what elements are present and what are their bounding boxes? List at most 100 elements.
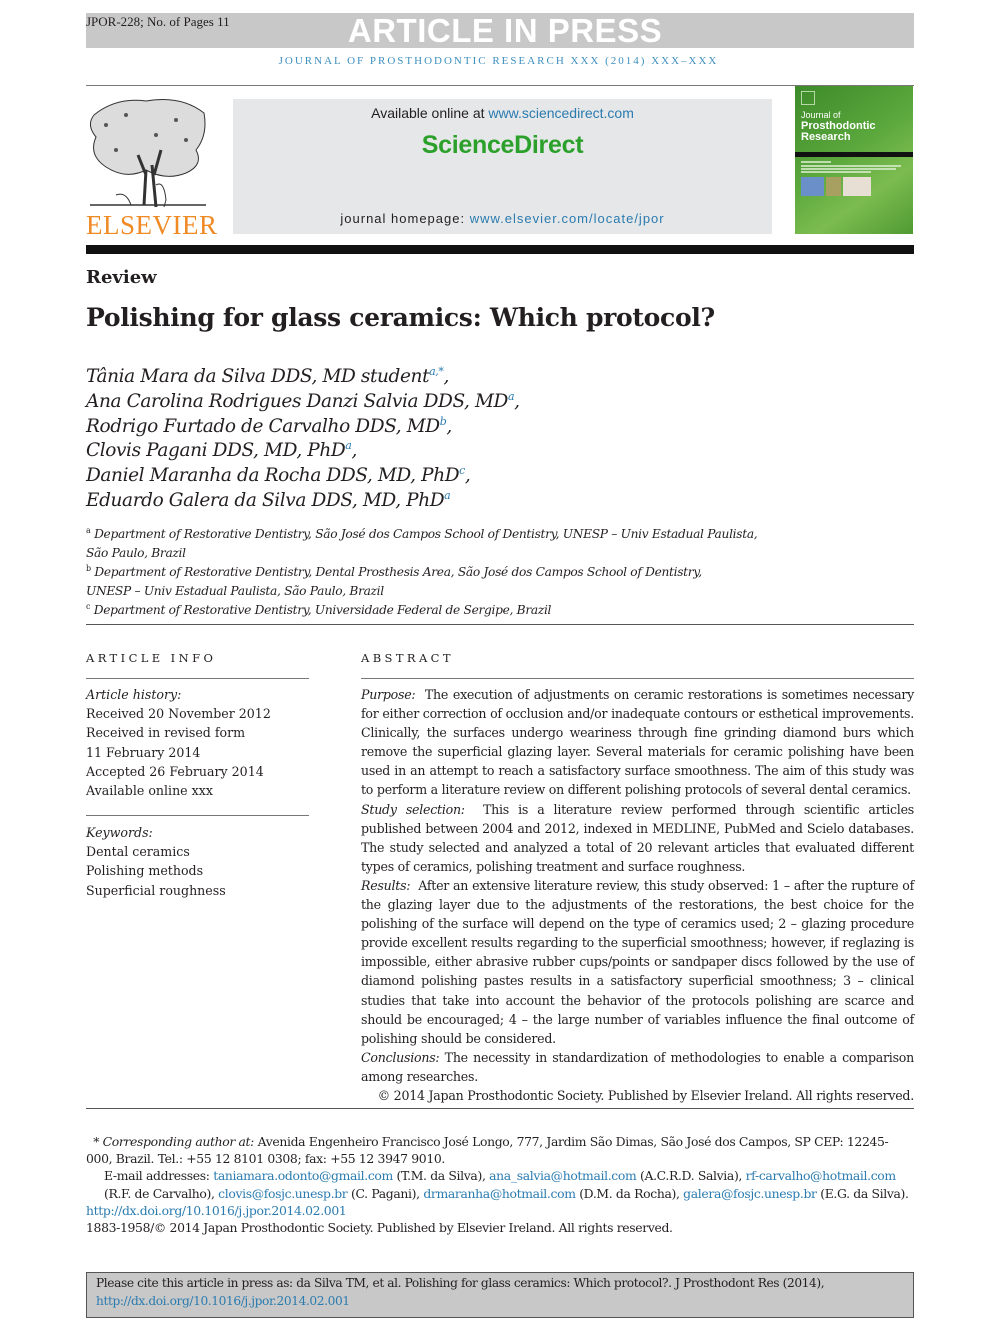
history-item: Received in revised form (86, 725, 246, 741)
affiliation: c Department of Restorative Dentistry, U… (86, 601, 757, 620)
email-link[interactable]: ana_salvia@hotmail.com (489, 1168, 637, 1183)
author: Eduardo Galera da Silva DDS, MD, PhDa (86, 489, 520, 514)
abstract-section-conclusions: Conclusions: The necessity in standardiz… (361, 1048, 914, 1086)
masthead-top-rule (86, 85, 914, 86)
available-online-label: Available online at (371, 105, 489, 121)
elsevier-wordmark: ELSEVIER (86, 210, 218, 240)
history-item: Available online xxx (86, 783, 213, 799)
keyword: Dental ceramics (86, 844, 190, 860)
author-name: Eduardo Galera da Silva DDS, MD, PhD (86, 489, 445, 511)
journal-running-head: Journal of Prosthodontic Research xxx (2… (278, 55, 719, 67)
email-owner: (A.C.R.D. Salvia), (640, 1168, 743, 1184)
abstract-label: Results: (361, 877, 411, 893)
sciencedirect-link[interactable]: www.sciencedirect.com (488, 105, 634, 121)
author-name: Tânia Mara da Silva DDS, MD student (86, 366, 430, 387)
email-link[interactable]: drmaranha@hotmail.com (423, 1186, 576, 1201)
abstract-body: Purpose: The execution of adjustments on… (361, 685, 914, 1105)
abstract-section-purpose: Purpose: The execution of adjustments on… (361, 685, 914, 800)
article-history-label: Article history: (86, 687, 182, 702)
abstract-text: The execution of adjustments on ceramic … (361, 687, 914, 798)
author: Ana Carolina Rodrigues Danzi Salvia DDS,… (86, 390, 520, 415)
citation-doi-link[interactable]: http://dx.doi.org/10.1016/j.jpor.2014.02… (96, 1294, 350, 1308)
affiliation: a Department of Restorative Dentistry, S… (86, 525, 758, 544)
affiliation-text: Department of Restorative Dentistry, Uni… (93, 602, 552, 617)
affiliation-marker[interactable]: a,* (429, 365, 444, 378)
abstract-label: Purpose: (361, 687, 416, 702)
affiliation-marker[interactable]: a (444, 489, 451, 502)
footnotes: * Corresponding author at: Avenida Engen… (86, 1133, 914, 1236)
email-owner: (T.M. da Silva), (396, 1168, 486, 1184)
abstract-copyright: © 2014 Japan Prosthodontic Society. Publ… (377, 1087, 915, 1103)
journal-homepage-link[interactable]: www.elsevier.com/locate/jpor (470, 211, 665, 226)
abstract-rule (361, 678, 914, 679)
article-type: Review (86, 267, 157, 288)
email-link[interactable]: galera@fosjc.unesp.br (683, 1186, 817, 1201)
history-item: Accepted 26 February 2014 (86, 763, 264, 779)
section-divider (86, 624, 914, 625)
author-list: Tânia Mara da Silva DDS, MD studenta,*, … (86, 365, 520, 514)
author: Clovis Pagani DDS, MD, PhDa, (86, 439, 520, 464)
journal-homepage: journal homepage: www.elsevier.com/locat… (233, 211, 772, 226)
keywords-rule (86, 815, 309, 816)
author-name: Clovis Pagani DDS, MD, PhD (86, 440, 346, 462)
cover-band (795, 152, 913, 157)
email-link[interactable]: taniamara.odonto@gmail.com (213, 1168, 393, 1183)
cover-title: Journal of Prosthodontic Research (801, 110, 876, 143)
article-status-title: ARTICLE IN PRESS (347, 12, 663, 49)
affiliation-continuation: São Paulo, Brazil (86, 545, 186, 560)
doi-link[interactable]: http://dx.doi.org/10.1016/j.jpor.2014.02… (86, 1203, 347, 1218)
issn-line: 1883-1958/© 2014 Japan Prosthodontic Soc… (86, 1220, 673, 1236)
footnote-rule (86, 1108, 914, 1109)
abstract-text: The necessity in standardization of meth… (361, 1049, 914, 1084)
masthead-bottom-rule (86, 245, 914, 254)
affiliation-key: b (86, 563, 91, 573)
email-link[interactable]: rf-carvalho@hotmail.com (746, 1168, 897, 1183)
author-name: Ana Carolina Rodrigues Danzi Salvia DDS,… (86, 390, 508, 412)
history-item: 11 February 2014 (86, 744, 201, 760)
journal-homepage-label: journal homepage: (340, 211, 470, 226)
keyword: Polishing methods (86, 863, 204, 879)
affiliation-text: Department of Restorative Dentistry, São… (94, 527, 758, 541)
keywords: Keywords: Dental ceramics Polishing meth… (86, 823, 226, 900)
article-info-rule (86, 678, 309, 679)
cover-image-3 (843, 177, 871, 196)
affiliation-text: Department of Restorative Dentistry, Den… (94, 564, 702, 579)
corresponding-author-label: * Corresponding author at: (93, 1134, 255, 1149)
abstract-label: Conclusions: (361, 1049, 440, 1065)
cover-emblem-icon (801, 91, 815, 105)
corresponding-author-note: * Corresponding author at: Avenida Engen… (86, 1133, 914, 1167)
affiliations: a Department of Restorative Dentistry, S… (86, 525, 758, 620)
abstract-section-study-selection: Study selection: This is a literature re… (361, 800, 914, 876)
author-separator: , (351, 440, 357, 462)
affiliation-key: c (86, 601, 91, 611)
abstract-text: After an extensive literature review, th… (361, 877, 914, 1046)
email-addresses: E-mail addresses: taniamara.odonto@gmail… (86, 1167, 914, 1201)
author-name: Daniel Maranha da Rocha DDS, MD, PhD (86, 465, 460, 487)
author-separator: , (443, 366, 449, 387)
author: Tânia Mara da Silva DDS, MD studenta,*, (86, 365, 520, 390)
cover-title-line3: Research (801, 131, 851, 143)
email-owner: (R.F. de Carvalho), (104, 1185, 215, 1201)
keywords-label: Keywords: (86, 825, 153, 840)
keyword: Superficial roughness (86, 882, 226, 898)
author: Daniel Maranha da Rocha DDS, MD, PhDc, (86, 464, 520, 489)
history-item: Received 20 November 2012 (86, 706, 271, 722)
author-separator: , (514, 390, 520, 412)
affiliation-key: a (86, 526, 91, 535)
email-link[interactable]: clovis@fosjc.unesp.br (218, 1186, 348, 1201)
abstract-heading: ABSTRACT (361, 651, 454, 665)
author-name: Rodrigo Furtado de Carvalho DDS, MD (86, 415, 440, 437)
author-separator: , (464, 465, 471, 487)
cover-image-2 (826, 177, 841, 196)
cover-image-1 (801, 177, 824, 196)
sciencedirect-logo: ScienceDirect (421, 131, 584, 159)
affiliation-continuation: UNESP – Univ Estadual Paulista, São Paul… (86, 583, 384, 598)
abstract-label: Study selection: (361, 801, 465, 817)
available-online: Available online at www.sciencedirect.co… (233, 105, 772, 121)
email-owner: (D.M. da Rocha), (579, 1185, 680, 1201)
article-history: Article history: Received 20 November 20… (86, 685, 271, 800)
citation-text: Please cite this article in press as: da… (96, 1275, 911, 1310)
doi-line: http://dx.doi.org/10.1016/j.jpor.2014.02… (86, 1202, 914, 1219)
abstract-section-results: Results: After an extensive literature r… (361, 876, 914, 1048)
email-owner: (C. Pagani), (350, 1185, 420, 1201)
